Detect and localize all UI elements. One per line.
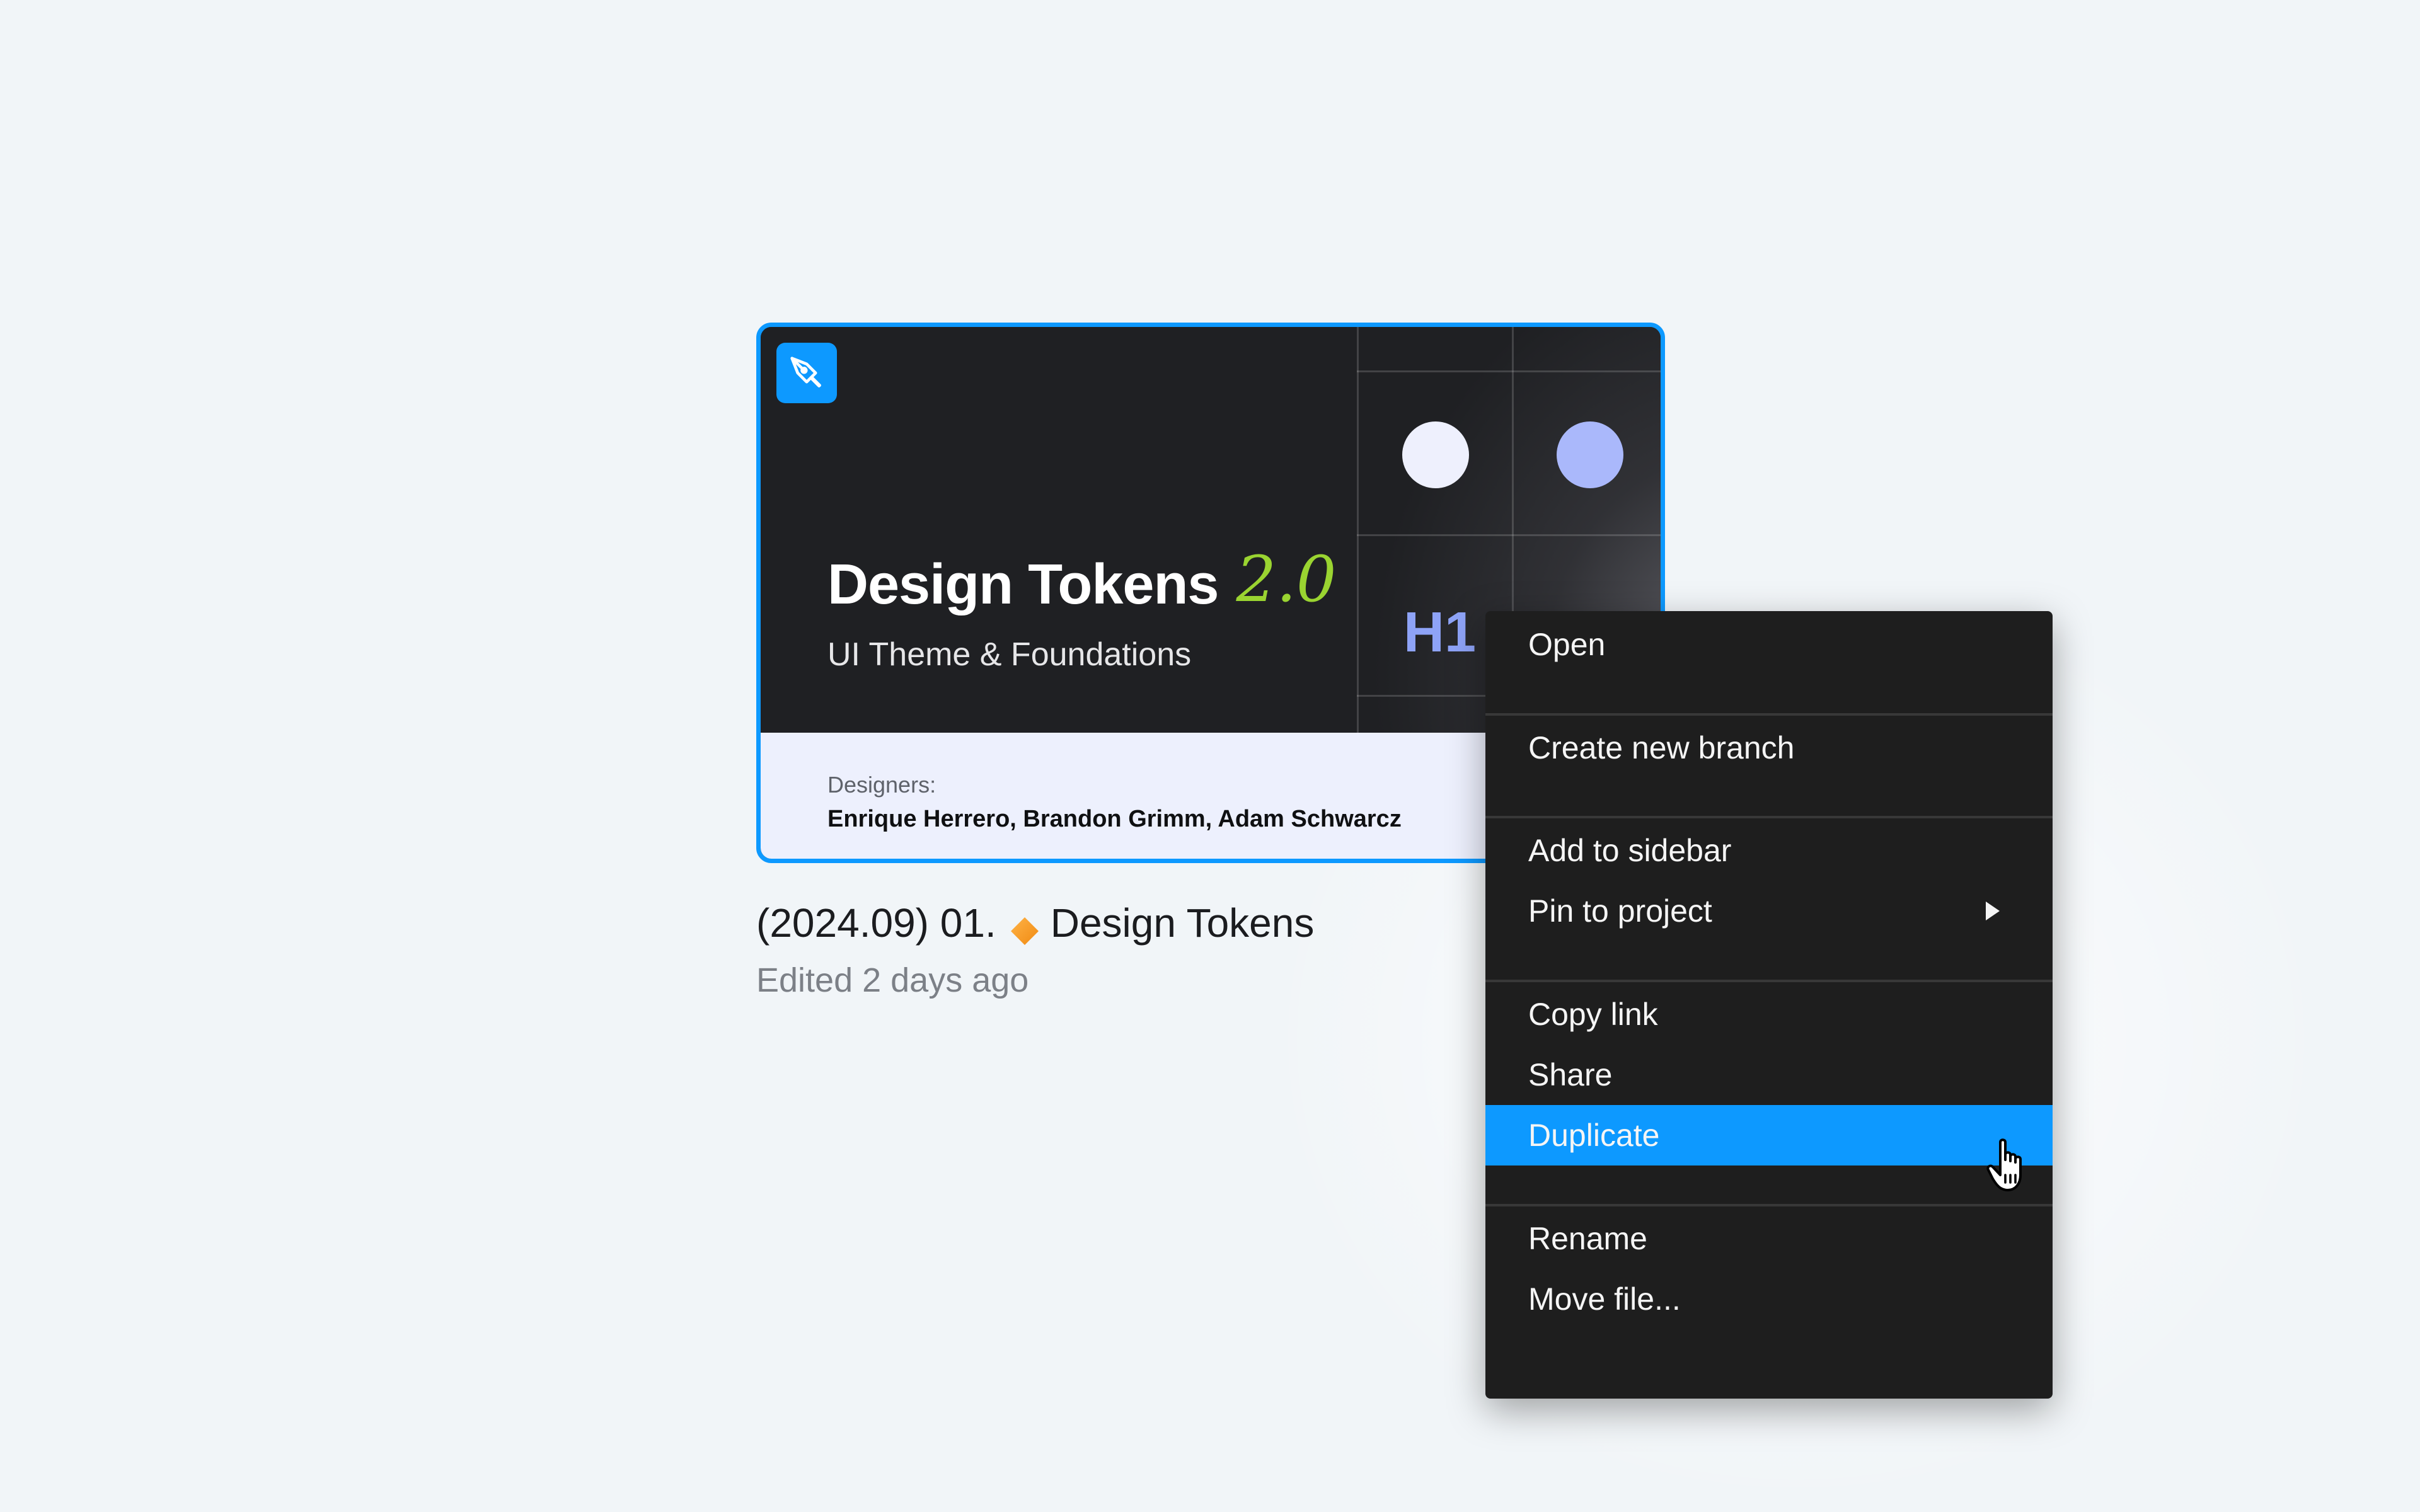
- grid-line: [1357, 370, 1661, 372]
- thumbnail-subtitle: UI Theme & Foundations: [827, 636, 1192, 673]
- menu-item-move-file[interactable]: Move file...: [1485, 1269, 2053, 1329]
- designers-label: Designers:: [827, 772, 936, 798]
- type-sample-h1: H1: [1403, 601, 1477, 664]
- thumbnail-title-text: Design Tokens: [827, 553, 1219, 616]
- menu-item-add-to-sidebar[interactable]: Add to sidebar: [1485, 820, 2053, 881]
- menu-item-label: Share: [1528, 1057, 1613, 1092]
- menu-item-label: Duplicate: [1528, 1118, 1660, 1153]
- pen-tool-icon: [776, 343, 837, 403]
- menu-separator: [1485, 1204, 2053, 1206]
- menu-item-open[interactable]: Open: [1485, 614, 2053, 675]
- designers-names: Enrique Herrero, Brandon Grimm, Adam Sch…: [827, 806, 1402, 832]
- menu-item-label: Open: [1528, 627, 1606, 662]
- chevron-right-icon: [1986, 902, 2000, 920]
- menu-item-label: Add to sidebar: [1528, 833, 1732, 868]
- file-name-prefix: (2024.09) 01.: [756, 900, 996, 946]
- thumbnail-version: 2.0: [1236, 542, 1337, 616]
- file-name[interactable]: (2024.09) 01. Design Tokens: [756, 900, 1314, 946]
- file-name-suffix: Design Tokens: [1050, 900, 1315, 946]
- context-menu: Open Create new branch Add to sidebar Pi…: [1485, 611, 2053, 1399]
- menu-item-label: Move file...: [1528, 1281, 1681, 1317]
- menu-item-pin-to-project[interactable]: Pin to project: [1485, 881, 2053, 941]
- menu-separator: [1485, 980, 2053, 982]
- menu-item-label: Rename: [1528, 1221, 1647, 1256]
- orange-diamond-icon: [1010, 908, 1039, 945]
- menu-item-label: Pin to project: [1528, 893, 1712, 929]
- color-swatch-light: [1402, 421, 1469, 488]
- menu-item-duplicate[interactable]: Duplicate: [1485, 1105, 2053, 1166]
- menu-item-label: Copy link: [1528, 997, 1658, 1032]
- menu-item-rename[interactable]: Rename: [1485, 1208, 2053, 1269]
- hand-pointer-icon: [1985, 1137, 2036, 1194]
- color-swatch-periwinkle: [1557, 421, 1623, 488]
- menu-item-share[interactable]: Share: [1485, 1045, 2053, 1105]
- thumbnail-title: Design Tokens 2.0: [827, 548, 1337, 616]
- grid-line: [1357, 534, 1661, 536]
- grid-line: [1357, 327, 1359, 733]
- menu-item-copy-link[interactable]: Copy link: [1485, 984, 2053, 1045]
- menu-item-create-new-branch[interactable]: Create new branch: [1485, 718, 2053, 778]
- menu-separator: [1485, 713, 2053, 716]
- edited-timestamp: Edited 2 days ago: [756, 961, 1029, 999]
- menu-item-label: Create new branch: [1528, 730, 1795, 765]
- menu-separator: [1485, 816, 2053, 818]
